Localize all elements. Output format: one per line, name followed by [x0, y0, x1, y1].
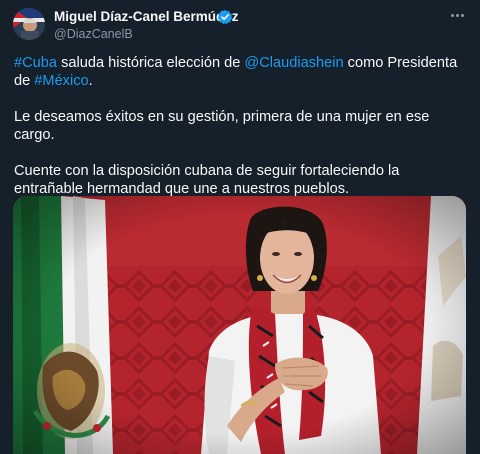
tweet-text: #Cuba saluda histórica elección de @Clau… — [14, 54, 468, 216]
tweet-text-fragment: . — [88, 73, 93, 89]
tweet-card[interactable]: Miguel Díaz-Canel Bermúdez @DiazCanelB #… — [0, 0, 480, 454]
author-avatar[interactable] — [13, 8, 45, 40]
hashtag-mexico[interactable]: #México — [34, 73, 88, 89]
avatar-image — [13, 8, 45, 40]
verified-badge-icon — [217, 9, 233, 25]
photo-image — [13, 196, 466, 454]
tweet-paragraph-3: Cuente con la disposición cubana de segu… — [14, 163, 400, 197]
hashtag-cuba[interactable]: #Cuba — [14, 55, 57, 71]
more-options-icon[interactable] — [446, 6, 468, 24]
author-handle[interactable]: @DiazCanelB — [54, 27, 133, 41]
tweet-photo[interactable] — [13, 196, 466, 454]
mention-claudiashein[interactable]: @Claudiashein — [244, 55, 343, 71]
tweet-paragraph-1: #Cuba saluda histórica elección de @Clau… — [14, 54, 468, 90]
tweet-paragraph-2: Le deseamos éxitos en su gestión, primer… — [14, 109, 430, 143]
author-name[interactable]: Miguel Díaz-Canel Bermúdez — [54, 9, 239, 24]
tweet-text-fragment: saluda histórica elección de — [57, 55, 245, 71]
